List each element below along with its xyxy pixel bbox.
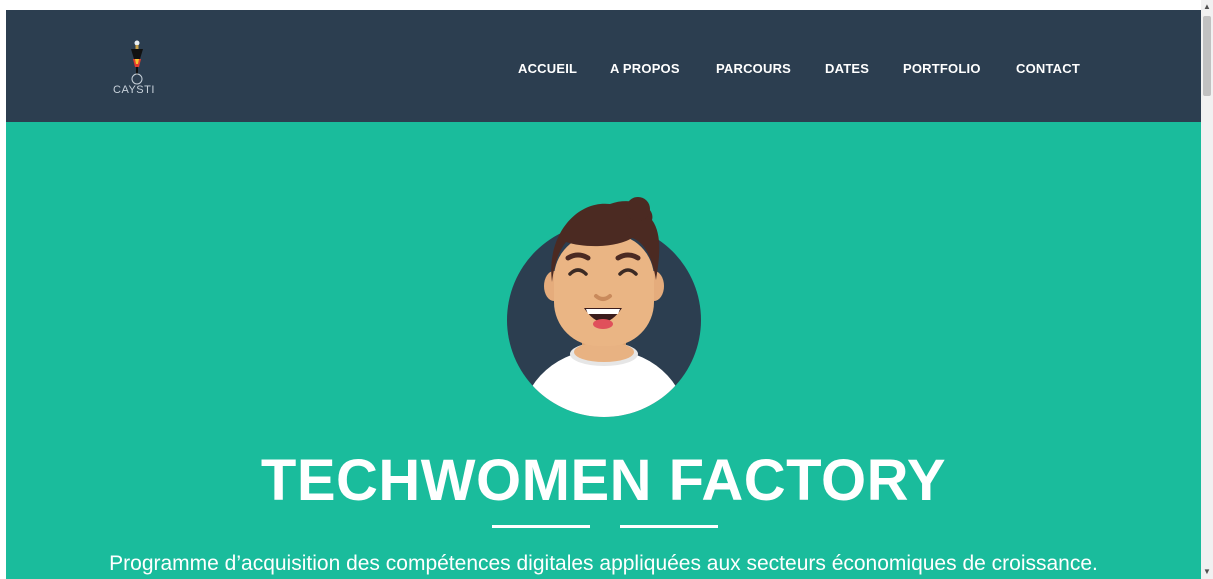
vertical-scrollbar[interactable]: ▲ ▼ xyxy=(1201,0,1213,579)
nav-item-portfolio[interactable]: PORTFOLIO xyxy=(903,61,981,76)
nav-item-contact[interactable]: CONTACT xyxy=(1016,61,1080,76)
page: CAYSTI ACCUEIL A PROPOS PARCOURS DATES P… xyxy=(0,0,1213,579)
hero-section: TECHWOMEN FACTORY Programme d’acquisitio… xyxy=(6,122,1201,579)
nav-item-dates[interactable]: DATES xyxy=(825,61,869,76)
main-nav: ACCUEIL A PROPOS PARCOURS DATES PORTFOLI… xyxy=(6,10,1201,122)
hero-subtitle: Programme d’acquisition des compétences … xyxy=(109,552,1098,575)
top-margin xyxy=(0,0,1201,10)
nav-item-parcours[interactable]: PARCOURS xyxy=(716,61,791,76)
scroll-down-icon[interactable]: ▼ xyxy=(1201,565,1213,579)
avatar-icon xyxy=(507,197,701,417)
title-divider-left xyxy=(492,525,590,528)
title-divider-right xyxy=(620,525,718,528)
nav-item-accueil[interactable]: ACCUEIL xyxy=(518,61,577,76)
scroll-thumb[interactable] xyxy=(1203,16,1211,96)
nav-item-a-propos[interactable]: A PROPOS xyxy=(610,61,680,76)
scroll-up-icon[interactable]: ▲ xyxy=(1201,0,1213,14)
hero-title: TECHWOMEN FACTORY xyxy=(260,448,947,513)
